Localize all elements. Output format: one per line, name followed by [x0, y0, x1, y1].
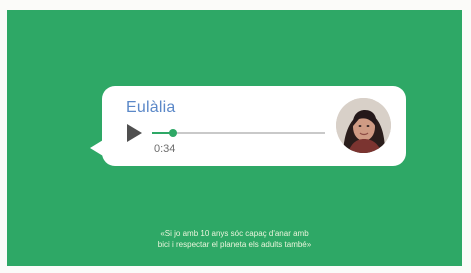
green-background-frame: Eulàlia 0:34 «Si jo amb 10 anys sóc capa…: [7, 10, 462, 266]
voice-message-bubble: Eulàlia 0:34: [102, 86, 406, 166]
audio-progress-knob[interactable]: [168, 129, 177, 137]
user-avatar-icon: [336, 98, 391, 153]
sender-name: Eulàlia: [126, 99, 176, 116]
caption-line-1: «Si jo amb 10 anys sóc capaç d'anar amb: [160, 229, 309, 238]
play-icon: [127, 124, 142, 142]
caption-quote: «Si jo amb 10 anys sóc capaç d'anar amb …: [77, 228, 392, 250]
play-button[interactable]: [125, 124, 143, 142]
audio-progress-track[interactable]: [152, 129, 325, 137]
caption-line-2: bici i respectar el planeta els adults t…: [157, 240, 312, 249]
avatar: [336, 98, 391, 153]
audio-duration: 0:34: [154, 143, 176, 155]
